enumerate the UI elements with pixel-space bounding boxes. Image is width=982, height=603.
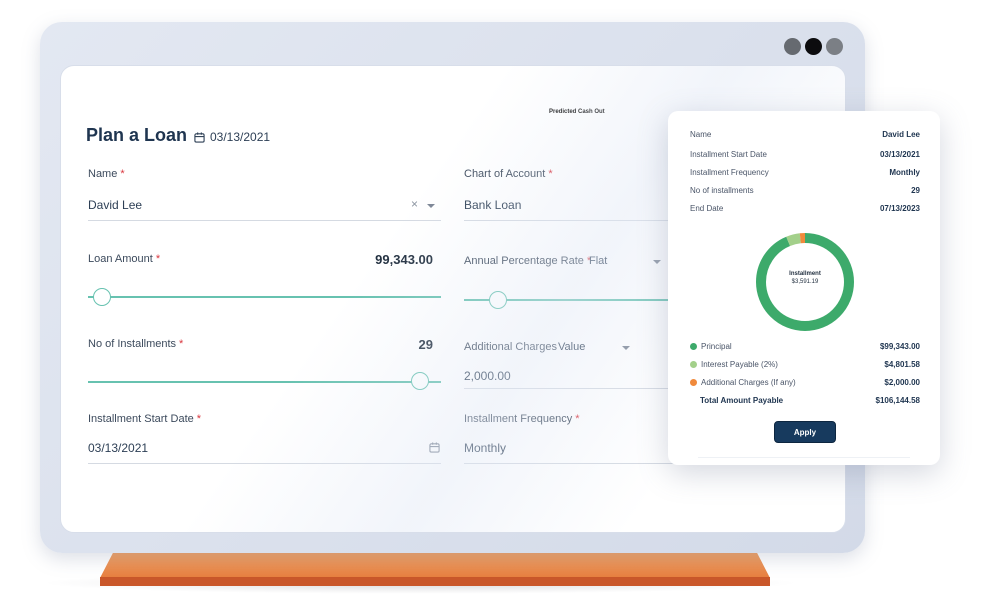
legend-value: $2,000.00 — [884, 378, 920, 387]
chevron-down-icon[interactable] — [622, 346, 630, 350]
chevron-down-icon[interactable] — [653, 260, 661, 264]
summary-key: Installment Frequency — [690, 168, 769, 177]
interest-swatch-icon — [690, 361, 697, 368]
loan-amount-slider-handle[interactable] — [93, 288, 112, 306]
name-label: Name * — [88, 168, 125, 180]
chart-of-account-label-text: Chart of Account — [464, 168, 546, 180]
loan-amount-label-text: Loan Amount — [88, 253, 153, 265]
panel-divider — [698, 457, 910, 458]
principal-swatch-icon — [690, 343, 697, 350]
installments-label-text: No of Installments — [88, 338, 177, 350]
donut-label: Installment — [789, 271, 821, 277]
legend-item: Interest Payable (2%) — [690, 360, 778, 369]
legend-row-principal: Principal $99,343.00 — [690, 342, 920, 351]
installments-label: No of Installments * — [88, 338, 183, 350]
legend-key: Interest Payable (2%) — [701, 360, 778, 369]
title-date-value: 03/13/2021 — [210, 130, 271, 144]
legend-value: $99,343.00 — [879, 342, 920, 351]
summary-row: No of installments 29 — [690, 186, 920, 195]
additional-charges-field[interactable]: 2,000.00 — [464, 369, 511, 383]
legend-item: Additional Charges (If any) — [690, 378, 796, 387]
window-dot-icon[interactable] — [805, 38, 822, 55]
required-mark: * — [575, 413, 580, 425]
name-label-text: Name — [88, 168, 118, 180]
predicted-cash-out-label: Predicted Cash Out — [549, 109, 605, 115]
apr-type-select[interactable]: Flat — [589, 255, 607, 267]
installments-value[interactable]: 29 — [361, 337, 433, 352]
apr-label-text: Annual Percentage Rate — [464, 255, 584, 267]
donut-center: Installment $3,591.19 — [754, 271, 856, 285]
additional-charges-label: Additional Charges — [464, 341, 557, 353]
legend-key: Additional Charges (If any) — [701, 378, 796, 387]
loan-summary-panel: Name David Lee Installment Start Date 03… — [668, 111, 940, 465]
summary-row: Installment Frequency Monthly — [690, 168, 920, 177]
start-date-label: Installment Start Date * — [88, 413, 201, 425]
additional-charges-underline — [464, 388, 674, 389]
frequency-label: Installment Frequency * — [464, 413, 580, 425]
additional-charges-type-select[interactable]: Value — [558, 341, 585, 353]
legend-row-additional: Additional Charges (If any) $2,000.00 — [690, 378, 920, 387]
installments-slider[interactable] — [88, 381, 441, 383]
required-mark: * — [179, 338, 184, 350]
name-underline — [88, 220, 441, 221]
summary-value: David Lee — [882, 130, 920, 139]
page-title: Plan a Loan — [86, 125, 188, 145]
window-controls — [784, 38, 843, 55]
loan-amount-value[interactable]: 99,343.00 — [311, 252, 433, 267]
loan-amount-slider[interactable] — [88, 296, 441, 298]
chart-of-account-underline — [464, 220, 674, 221]
summary-row: Installment Start Date 03/13/2021 — [690, 150, 920, 159]
window-dot-icon[interactable] — [784, 38, 801, 55]
apr-slider-handle[interactable] — [488, 291, 507, 309]
required-mark: * — [155, 253, 161, 265]
summary-value: Monthly — [889, 168, 920, 177]
total-row: Total Amount Payable $106,144.58 — [690, 396, 920, 405]
required-mark: * — [120, 168, 125, 180]
summary-row: End Date 07/13/2023 — [690, 204, 920, 213]
legend-key: Principal — [701, 342, 732, 351]
name-field[interactable]: David Lee — [88, 198, 142, 212]
summary-value: 29 — [911, 186, 920, 195]
summary-key: Installment Start Date — [690, 150, 767, 159]
start-date-field[interactable]: 03/13/2021 — [88, 441, 148, 455]
total-key: Total Amount Payable — [700, 396, 784, 405]
frequency-label-text: Installment Frequency — [464, 413, 573, 425]
title-date: 03/13/2021 — [194, 130, 270, 144]
calendar-icon — [194, 131, 205, 143]
clear-icon[interactable]: × — [411, 197, 418, 211]
chevron-down-icon[interactable] — [427, 204, 435, 208]
legend-row-interest: Interest Payable (2%) $4,801.58 — [690, 360, 920, 369]
total-value: $106,144.58 — [875, 396, 921, 405]
legend-value: $4,801.58 — [884, 360, 920, 369]
summary-key: Name — [690, 130, 712, 139]
donut-value: $3,591.19 — [791, 279, 819, 285]
chart-of-account-label: Chart of Account * — [464, 168, 553, 180]
calendar-icon[interactable] — [429, 442, 440, 453]
required-mark: * — [548, 168, 553, 180]
summary-value: 03/13/2021 — [879, 150, 920, 159]
apr-label: Annual Percentage Rate * — [464, 255, 591, 267]
window-dot-icon[interactable] — [826, 38, 843, 55]
additional-swatch-icon — [690, 379, 697, 386]
frequency-underline — [464, 463, 674, 464]
apply-button[interactable]: Apply — [774, 421, 836, 443]
monitor-stand — [100, 552, 770, 578]
summary-key: End Date — [690, 204, 724, 213]
legend-item: Principal — [690, 342, 732, 351]
summary-row: Name David Lee — [690, 130, 920, 139]
required-mark: * — [196, 413, 202, 425]
chart-of-account-field[interactable]: Bank Loan — [464, 198, 521, 212]
summary-key: No of installments — [690, 186, 754, 195]
frequency-field[interactable]: Monthly — [464, 441, 506, 455]
monitor-stand-edge — [100, 577, 770, 586]
installment-donut-chart: Installment $3,591.19 — [754, 231, 856, 333]
start-date-label-text: Installment Start Date — [88, 413, 194, 425]
start-date-underline — [88, 463, 441, 464]
installments-slider-handle[interactable] — [410, 372, 429, 390]
loan-amount-label: Loan Amount * — [88, 253, 160, 265]
summary-value: 07/13/2023 — [879, 204, 920, 213]
